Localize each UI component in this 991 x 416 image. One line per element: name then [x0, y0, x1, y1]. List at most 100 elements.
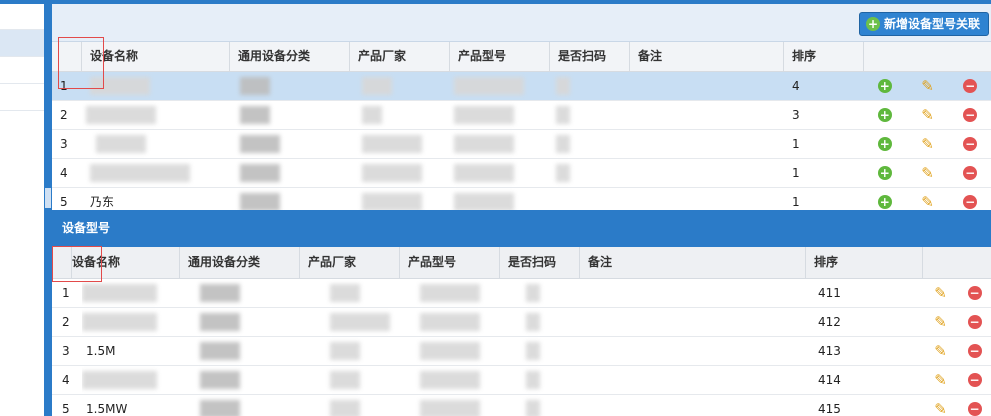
header-sort[interactable]: 排序	[784, 42, 864, 71]
pencil-icon[interactable]: ✎	[919, 194, 935, 210]
minus-icon[interactable]: −	[963, 108, 978, 122]
vendor-cell	[350, 188, 450, 210]
pencil-icon[interactable]: ✎	[919, 165, 935, 181]
table-row[interactable]: 5 1.5MW 415 ✎ −	[52, 395, 991, 416]
row-number: 5	[62, 402, 70, 416]
left-list-item[interactable]	[0, 84, 44, 111]
pencil-icon[interactable]: ✎	[933, 401, 949, 416]
add-model-link-button[interactable]: + 新增设备型号关联	[858, 12, 989, 36]
category-cell	[180, 308, 300, 336]
left-list-item[interactable]	[0, 4, 44, 30]
header-ops	[864, 42, 991, 71]
pencil-icon[interactable]: ✎	[933, 285, 949, 301]
model-cell	[400, 366, 500, 394]
sort-cell: 1	[792, 166, 800, 180]
collapse-arrow-icon[interactable]	[45, 188, 51, 208]
add-icon[interactable]: +	[877, 166, 892, 180]
table-row[interactable]: 3 1 + ✎ −	[52, 130, 991, 159]
add-icon: +	[865, 17, 880, 31]
header-ops	[923, 247, 991, 278]
minus-icon[interactable]: −	[963, 166, 978, 180]
category-cell	[180, 366, 300, 394]
bottom-panel-title: 设备型号	[52, 210, 991, 247]
category-cell	[230, 101, 350, 129]
header-scan[interactable]: 是否扫码	[500, 247, 580, 278]
note-cell	[580, 279, 806, 307]
row-number: 5	[60, 195, 68, 209]
minus-icon[interactable]: −	[967, 286, 982, 300]
vendor-cell	[300, 337, 400, 365]
row-actions: + ✎ −	[864, 101, 991, 129]
table-row[interactable]: 4 1 + ✎ −	[52, 159, 991, 188]
header-note[interactable]: 备注	[630, 42, 784, 71]
top-grid-panel: + 新增设备型号关联 设备名称 通用设备分类 产品厂家 产品型号 是否扫码 备注…	[52, 0, 991, 210]
scan-cell	[500, 337, 580, 365]
table-row[interactable]: 2 3 + ✎ −	[52, 101, 991, 130]
row-actions: ✎ −	[923, 395, 991, 416]
minus-icon[interactable]: −	[963, 79, 978, 93]
model-cell	[450, 159, 550, 187]
left-list-item[interactable]	[0, 57, 44, 84]
minus-icon[interactable]: −	[967, 344, 982, 358]
pencil-icon[interactable]: ✎	[919, 78, 935, 94]
pencil-icon[interactable]: ✎	[919, 107, 935, 123]
device-name-cell	[82, 308, 180, 336]
sort-cell: 4	[792, 79, 800, 93]
table-row[interactable]: 1 4 + ✎ −	[52, 72, 991, 101]
table-row[interactable]: 5 乃东 1 + ✎ −	[52, 188, 991, 210]
header-model[interactable]: 产品型号	[400, 247, 500, 278]
add-icon[interactable]: +	[877, 108, 892, 122]
model-cell	[450, 130, 550, 158]
table-row[interactable]: 1 411 ✎ −	[52, 279, 991, 308]
table-row[interactable]: 2 412 ✎ −	[52, 308, 991, 337]
note-cell	[580, 308, 806, 336]
header-note[interactable]: 备注	[580, 247, 806, 278]
header-sort[interactable]: 排序	[806, 247, 923, 278]
minus-icon[interactable]: −	[963, 137, 978, 151]
highlight-box	[58, 37, 104, 89]
pencil-icon[interactable]: ✎	[919, 136, 935, 152]
header-model[interactable]: 产品型号	[450, 42, 550, 71]
left-list-item-selected[interactable]	[0, 30, 44, 57]
minus-icon[interactable]: −	[967, 373, 982, 387]
add-icon[interactable]: +	[877, 195, 892, 209]
device-name-cell	[82, 159, 230, 187]
category-cell	[230, 159, 350, 187]
row-number: 1	[62, 286, 70, 300]
minus-icon[interactable]: −	[967, 315, 982, 329]
row-number: 3	[62, 344, 70, 358]
note-cell	[630, 159, 784, 187]
scan-cell	[500, 395, 580, 416]
category-cell	[180, 395, 300, 416]
minus-icon[interactable]: −	[963, 195, 978, 209]
pencil-icon[interactable]: ✎	[933, 372, 949, 388]
device-name-cell	[82, 279, 180, 307]
top-grid-header: 设备名称 通用设备分类 产品厂家 产品型号 是否扫码 备注 排序	[52, 42, 991, 72]
vendor-cell	[350, 101, 450, 129]
sort-cell: 412	[818, 315, 841, 329]
header-category[interactable]: 通用设备分类	[230, 42, 350, 71]
row-actions: + ✎ −	[864, 188, 991, 210]
bottom-grid-panel: 设备型号 设备名称 通用设备分类 产品厂家 产品型号 是否扫码 备注 排序 1 …	[52, 210, 991, 416]
note-cell	[580, 395, 806, 416]
row-number: 4	[62, 373, 70, 387]
header-vendor[interactable]: 产品厂家	[350, 42, 450, 71]
minus-icon[interactable]: −	[967, 402, 982, 416]
category-cell	[230, 72, 350, 100]
table-row[interactable]: 3 1.5M 413 ✎ −	[52, 337, 991, 366]
header-vendor[interactable]: 产品厂家	[300, 247, 400, 278]
scan-cell	[550, 101, 630, 129]
add-icon[interactable]: +	[877, 79, 892, 93]
pencil-icon[interactable]: ✎	[933, 343, 949, 359]
top-toolbar: + 新增设备型号关联	[52, 4, 991, 42]
sort-cell: 1	[792, 137, 800, 151]
add-icon[interactable]: +	[877, 137, 892, 151]
device-name-cell: 1.5M	[86, 344, 116, 358]
panel-splitter[interactable]	[44, 0, 52, 416]
header-device-name[interactable]: 设备名称	[82, 42, 230, 71]
header-category[interactable]: 通用设备分类	[180, 247, 300, 278]
header-scan[interactable]: 是否扫码	[550, 42, 630, 71]
pencil-icon[interactable]: ✎	[933, 314, 949, 330]
highlight-box	[52, 246, 102, 282]
table-row[interactable]: 4 414 ✎ −	[52, 366, 991, 395]
